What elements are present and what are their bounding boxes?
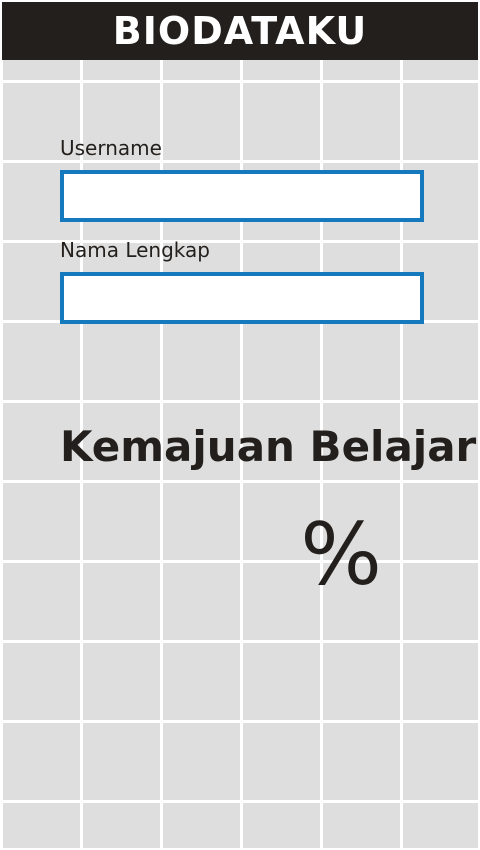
username-label: Username <box>60 136 162 160</box>
title-bar: BIODATAKU <box>2 2 478 60</box>
progress-heading: Kemajuan Belajar <box>60 422 477 471</box>
full-name-input[interactable] <box>60 272 424 324</box>
full-name-label: Nama Lengkap <box>60 238 210 262</box>
page-title: BIODATAKU <box>112 9 368 53</box>
percent-sign: % <box>300 505 382 605</box>
biodata-screen: BIODATAKU Username Nama Lengkap Kemajuan… <box>0 0 480 850</box>
progress-display: % <box>202 512 382 598</box>
username-input[interactable] <box>60 170 424 222</box>
